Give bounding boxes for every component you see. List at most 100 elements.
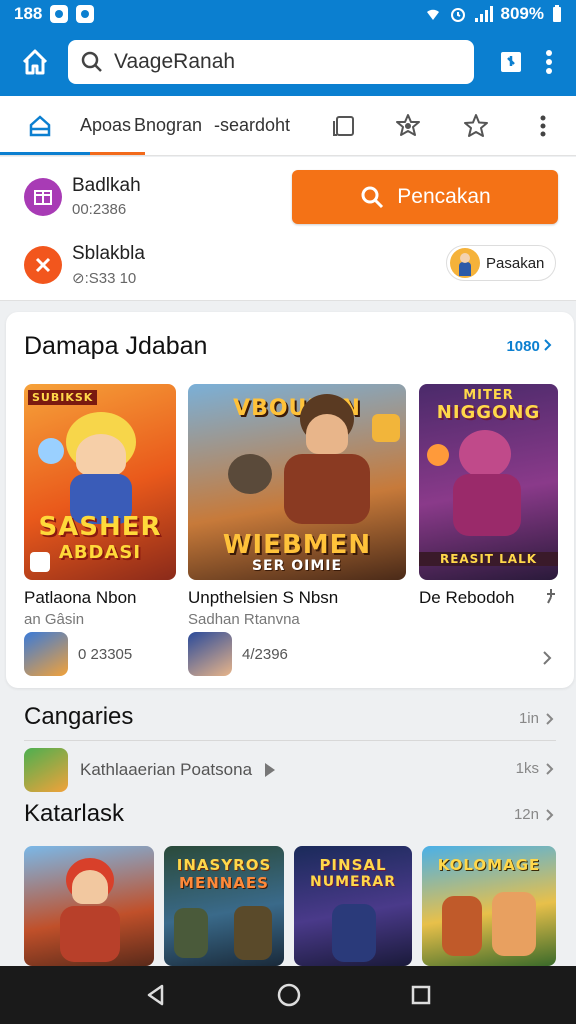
home-icon bbox=[29, 114, 51, 136]
search-button[interactable]: Pencakan bbox=[292, 170, 558, 224]
quick-panel: Badlkah 00:2386 Sblakbla ⊘:S33 10 Pencak… bbox=[0, 157, 576, 301]
tab-apps[interactable]: Apoas bbox=[80, 96, 134, 156]
latest-game-card[interactable]: PINSAL NUMERAR bbox=[294, 846, 412, 966]
game-cover-tagline: REASIT LALK bbox=[419, 552, 558, 566]
latest-game-subtitle: NUMERAR bbox=[310, 874, 396, 890]
home-nav-icon[interactable] bbox=[276, 982, 302, 1008]
quick-item-title: Badlkah bbox=[72, 175, 141, 196]
chevron-right-icon bbox=[544, 339, 552, 351]
latest-see-all[interactable]: 12n bbox=[514, 806, 554, 823]
home-button[interactable] bbox=[12, 39, 58, 85]
category-label: Kathlaaerian Poatsona bbox=[80, 760, 253, 779]
game-card[interactable]: VBOUKEN WIEBMEN SER OIMIE Unpthelsien S … bbox=[188, 384, 406, 628]
latest-game-subtitle: MENNAES bbox=[179, 874, 269, 892]
categories-title: Cangaries bbox=[24, 703, 134, 730]
back-icon[interactable] bbox=[144, 983, 168, 1007]
system-nav-bar bbox=[0, 966, 576, 1024]
category-item[interactable]: Kathlaaerian Poatsona bbox=[24, 748, 276, 792]
recents-icon[interactable] bbox=[410, 984, 432, 1006]
search-icon bbox=[81, 51, 102, 72]
category-count: 1ks bbox=[515, 760, 539, 777]
search-input[interactable]: VaageRanah bbox=[114, 50, 235, 74]
search-bar[interactable]: VaageRanah bbox=[68, 40, 474, 84]
bookmark-icon bbox=[501, 52, 521, 72]
latest-game-card[interactable]: KOLOMAGE bbox=[422, 846, 556, 966]
library-icon bbox=[333, 115, 354, 136]
game-cover-subtitle: WIEBMEN bbox=[222, 530, 372, 560]
search-button-label: Pencakan bbox=[397, 185, 491, 208]
tab-library[interactable] bbox=[314, 96, 374, 156]
more-button[interactable] bbox=[534, 39, 564, 85]
latest-game-title: KOLOMAGE bbox=[437, 856, 541, 874]
home-icon bbox=[22, 49, 48, 75]
tab-search[interactable]: -seardoht bbox=[214, 96, 314, 156]
quick-item-2[interactable]: Sblakbla ⊘:S33 10 bbox=[24, 243, 145, 287]
avatar bbox=[450, 248, 480, 278]
close-icon bbox=[24, 246, 62, 284]
latest-game-title: PINSAL bbox=[319, 856, 387, 874]
tab-programs[interactable]: Bnogran bbox=[134, 96, 214, 156]
game-title: Unpthelsien S Nbsn bbox=[188, 588, 339, 607]
game-stat: 0 23305 bbox=[24, 632, 132, 676]
latest-game-title: INASYROS bbox=[176, 856, 272, 874]
status-bar: 188 809% bbox=[0, 0, 576, 28]
categories-count: 1in bbox=[518, 710, 539, 727]
app-bar: VaageRanah bbox=[0, 28, 576, 96]
latest-game-card[interactable]: INASYROS MENNAES bbox=[164, 846, 284, 966]
bookmark-button[interactable] bbox=[488, 39, 534, 85]
game-thumb bbox=[24, 632, 68, 676]
search-icon bbox=[361, 186, 384, 209]
quick-item-title: Sblakbla bbox=[72, 243, 145, 264]
more-vert-icon bbox=[546, 50, 552, 74]
game-title-row: De Rebodoh bbox=[419, 588, 558, 608]
chevron-right-icon[interactable] bbox=[542, 650, 552, 666]
category-thumb bbox=[24, 748, 68, 792]
quick-item-sub: 00:2386 bbox=[72, 201, 127, 218]
tab-indicator-accent bbox=[90, 152, 145, 155]
tab-home[interactable] bbox=[0, 96, 80, 156]
game-subtitle: an Gâsin bbox=[24, 611, 85, 628]
badge-icon bbox=[396, 113, 420, 136]
tab-favorites[interactable] bbox=[442, 96, 510, 156]
game-card[interactable]: MITER NIGGONG REASIT LALK De Rebodoh bbox=[419, 384, 558, 608]
pin-icon bbox=[547, 589, 555, 604]
app-badge-icon bbox=[30, 552, 50, 572]
categories-see-all[interactable]: 1in bbox=[519, 710, 554, 727]
see-all-link[interactable]: 1080 bbox=[506, 338, 552, 355]
game-cover-title: SASHER bbox=[38, 512, 162, 542]
tab-more[interactable] bbox=[510, 96, 576, 156]
game-subtitle: Sadhan Rtanvna bbox=[188, 611, 300, 628]
game-cover-subtitle: NIGGONG bbox=[436, 402, 541, 423]
game-cover: VBOUKEN WIEBMEN SER OIMIE bbox=[188, 384, 406, 580]
play-icon bbox=[265, 763, 276, 777]
alarm-icon bbox=[450, 8, 465, 22]
latest-title: Katarlask bbox=[24, 800, 125, 827]
signal-icon bbox=[474, 6, 493, 22]
more-vert-icon bbox=[540, 115, 546, 136]
notification-icon bbox=[76, 5, 95, 23]
game-cover-tagline: SER OIMIE bbox=[251, 558, 343, 574]
quick-item-sub: ⊘:S33 10 bbox=[72, 270, 137, 287]
divider bbox=[24, 740, 556, 741]
game-cover-title: MITER bbox=[463, 388, 514, 403]
featured-card: Damapa Jdaban 1080 SUBIKSK SASHER ABDASI… bbox=[6, 312, 574, 688]
section-title: Damapa Jdaban bbox=[24, 332, 208, 360]
game-cover: MITER NIGGONG REASIT LALK bbox=[419, 384, 558, 580]
game-stat-value: 4/2396 bbox=[242, 645, 288, 663]
order-button[interactable]: Pasakan bbox=[446, 245, 556, 281]
battery-icon bbox=[553, 5, 561, 22]
latest-game-card[interactable] bbox=[24, 846, 154, 966]
category-count-row: 1ks bbox=[516, 760, 554, 777]
star-icon bbox=[464, 113, 488, 137]
game-card[interactable]: SUBIKSK SASHER ABDASI Patlaona Nbon an G… bbox=[24, 384, 176, 628]
quick-item-1[interactable]: Badlkah 00:2386 bbox=[24, 175, 141, 218]
game-title: De Rebodoh bbox=[419, 588, 515, 607]
game-badge: SUBIKSK bbox=[28, 390, 98, 405]
order-button-label: Pasakan bbox=[486, 254, 545, 272]
tab-bar: Apoas Bnogran -seardoht bbox=[0, 96, 576, 156]
battery-level: 809% bbox=[500, 4, 544, 23]
notification-icon bbox=[50, 5, 69, 23]
game-stat: 4/2396 bbox=[188, 632, 288, 676]
game-cover: SUBIKSK SASHER ABDASI bbox=[24, 384, 176, 580]
tab-badges[interactable] bbox=[374, 96, 442, 156]
